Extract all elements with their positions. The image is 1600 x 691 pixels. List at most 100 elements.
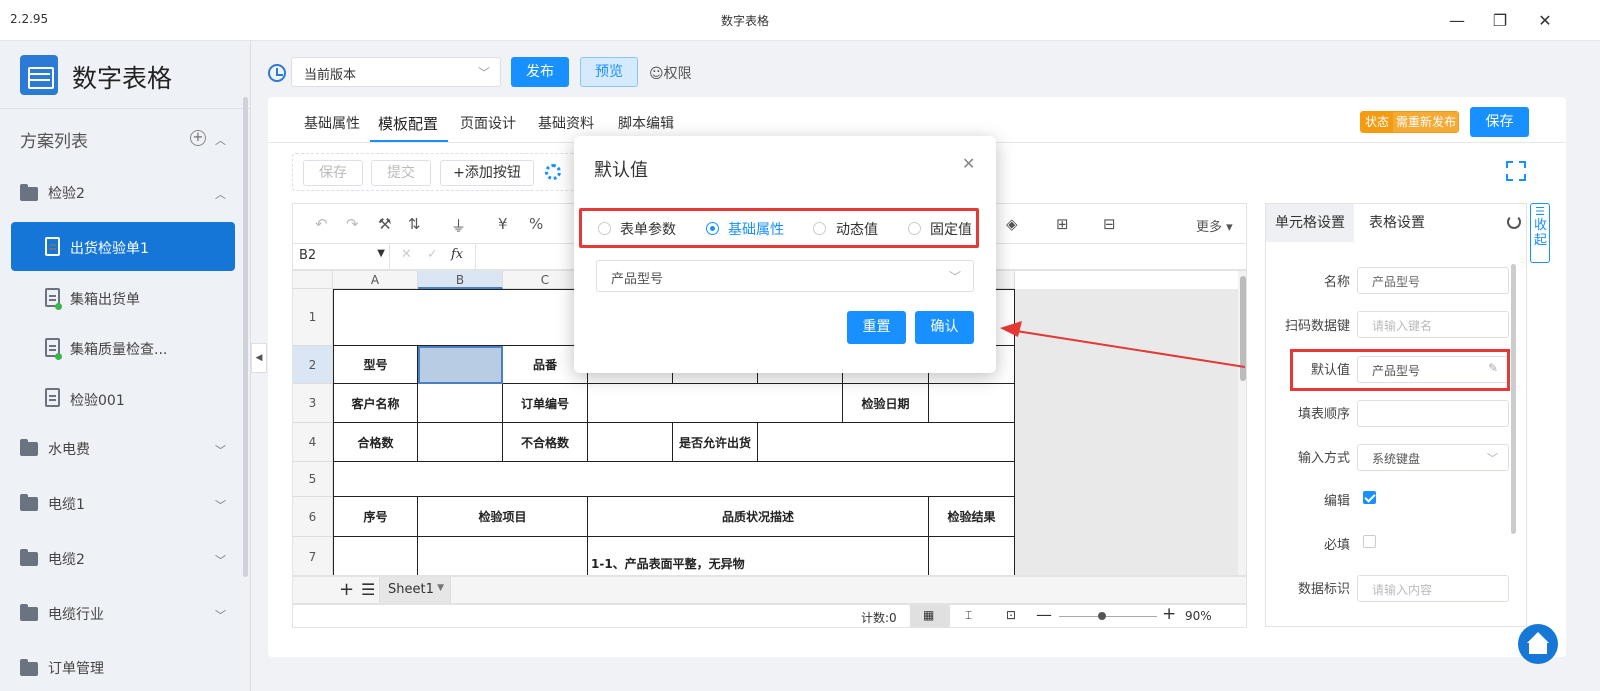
fullscreen-icon[interactable] bbox=[1506, 161, 1526, 181]
add-sheet-icon[interactable]: + bbox=[339, 579, 354, 600]
sidebar-item-label[interactable]: 集箱质量检查... bbox=[70, 339, 167, 359]
tab-page-design[interactable]: 页面设计 bbox=[460, 113, 516, 133]
table-cell[interactable]: 检验结果 bbox=[929, 497, 1015, 537]
input-method-select[interactable]: 系统键盘 ﹀ bbox=[1357, 444, 1509, 471]
required-checkbox[interactable] bbox=[1363, 535, 1376, 548]
save-button[interactable]: 保存 bbox=[1470, 107, 1529, 137]
data-tag-input[interactable]: 请输入内容 bbox=[1357, 575, 1509, 602]
percent-icon[interactable]: % bbox=[529, 215, 543, 233]
table-cell[interactable] bbox=[588, 384, 843, 423]
border-icon[interactable]: ⊞ bbox=[1056, 215, 1069, 233]
format-painter-icon[interactable]: ⚒ bbox=[378, 215, 391, 233]
table-cell[interactable]: 客户名称 bbox=[333, 384, 418, 423]
sheet-list-icon[interactable]: ☰ bbox=[361, 580, 375, 599]
currency-icon[interactable]: ¥ bbox=[498, 215, 508, 233]
sidebar-item-label[interactable]: 检验001 bbox=[70, 390, 125, 410]
tab-basic-data[interactable]: 基础资料 bbox=[538, 113, 594, 133]
filter-icon[interactable]: ⏚ bbox=[451, 215, 466, 236]
sidebar-item-folder[interactable]: 订单管理 bbox=[48, 658, 104, 678]
radio-form-param[interactable] bbox=[598, 222, 611, 235]
table-cell[interactable] bbox=[418, 423, 503, 462]
table-cell[interactable]: 型号 bbox=[333, 346, 418, 384]
sidebar-item-folder[interactable]: 检验2 bbox=[48, 183, 85, 203]
column-header[interactable]: B bbox=[418, 271, 503, 289]
history-icon[interactable] bbox=[268, 64, 286, 82]
table-cell[interactable]: 1-1、产品表面平整，无异物 bbox=[588, 537, 929, 575]
zoom-slider-handle[interactable] bbox=[1098, 612, 1106, 620]
row-header[interactable]: 4 bbox=[293, 423, 333, 462]
row-header[interactable]: 1 bbox=[293, 289, 333, 346]
undo-icon[interactable]: ↶ bbox=[315, 215, 328, 233]
table-cell[interactable] bbox=[333, 537, 418, 575]
chevron-up-icon[interactable]: ︿ bbox=[215, 132, 226, 148]
zoom-slider[interactable] bbox=[1059, 616, 1157, 617]
close-icon[interactable]: ✕ bbox=[962, 154, 975, 173]
table-cell[interactable]: 合格数 bbox=[333, 423, 418, 462]
add-button-button[interactable]: +添加按钮 bbox=[440, 160, 534, 186]
gear-icon[interactable] bbox=[545, 164, 561, 180]
radio-label[interactable]: 固定值 bbox=[930, 219, 972, 239]
radio-basic-attr[interactable] bbox=[706, 222, 719, 235]
more-button[interactable]: 更多 ▾ bbox=[1196, 216, 1233, 235]
scan-key-input[interactable]: 请输入键名 bbox=[1357, 311, 1509, 338]
form-submit-button[interactable]: 提交 bbox=[371, 160, 431, 186]
sidebar-item-label[interactable]: 集箱出货单 bbox=[70, 289, 140, 309]
edit-checkbox[interactable] bbox=[1363, 491, 1376, 504]
table-cell[interactable] bbox=[333, 462, 1015, 497]
add-scheme-icon[interactable]: + bbox=[190, 130, 206, 146]
minimize-icon[interactable]: — bbox=[1442, 6, 1472, 34]
refresh-icon[interactable] bbox=[1507, 215, 1521, 229]
zoom-in-icon[interactable]: + bbox=[1162, 604, 1176, 624]
tab-basic-props[interactable]: 基础属性 bbox=[304, 113, 360, 133]
sheet-tab[interactable]: Sheet1 ▼ bbox=[379, 577, 451, 603]
cancel-formula-icon[interactable]: ✕ bbox=[401, 247, 412, 262]
confirm-button[interactable]: 确认 bbox=[915, 311, 974, 344]
radio-dynamic[interactable] bbox=[813, 222, 826, 235]
close-icon[interactable]: ✕ bbox=[1530, 6, 1560, 34]
chevron-down-icon[interactable]: ﹀ bbox=[215, 607, 226, 623]
row-header[interactable]: 7 bbox=[293, 537, 333, 575]
collapse-panel-button[interactable]: ☰ 收起 bbox=[1530, 203, 1550, 263]
sidebar-item-label[interactable]: 出货检验单1 bbox=[70, 238, 149, 258]
reset-button[interactable]: 重置 bbox=[847, 311, 906, 344]
zoom-out-icon[interactable]: — bbox=[1036, 605, 1052, 624]
chevron-down-icon[interactable]: ﹀ bbox=[215, 497, 226, 513]
publish-button[interactable]: 发布 bbox=[511, 57, 569, 87]
chevron-down-icon[interactable]: ﹀ bbox=[215, 442, 226, 458]
form-save-button[interactable]: 保存 bbox=[303, 160, 363, 186]
tab-cell-settings[interactable]: 单元格设置 bbox=[1266, 204, 1354, 242]
page-layout-icon[interactable]: ⊡ bbox=[1006, 608, 1016, 622]
redo-icon[interactable]: ↷ bbox=[346, 215, 359, 233]
permission-link[interactable]: ☺权限 bbox=[649, 63, 692, 83]
sort-icon[interactable]: ⇅ bbox=[408, 215, 421, 233]
tab-table-settings[interactable]: 表格设置 bbox=[1354, 204, 1440, 242]
table-cell[interactable]: 订单编号 bbox=[503, 384, 588, 423]
table-cell[interactable] bbox=[758, 423, 1015, 462]
tab-script-edit[interactable]: 脚本编辑 bbox=[618, 113, 674, 133]
table-cell[interactable]: 品质状况描述 bbox=[588, 497, 929, 537]
table-cell[interactable] bbox=[929, 384, 1015, 423]
table-cell[interactable] bbox=[418, 537, 588, 575]
sidebar-item-folder[interactable]: 电缆1 bbox=[48, 494, 85, 514]
table-cell[interactable] bbox=[418, 384, 503, 423]
row-header[interactable]: 5 bbox=[293, 462, 333, 497]
table-cell[interactable]: 检验项目 bbox=[418, 497, 588, 537]
normal-view-icon[interactable]: ▦ bbox=[923, 608, 934, 622]
version-select[interactable]: 当前版本 ﹀ bbox=[291, 57, 501, 87]
sidebar-item-folder[interactable]: 电缆行业 bbox=[48, 604, 104, 624]
sidebar-scrollbar[interactable] bbox=[243, 97, 248, 577]
sidebar-item-folder[interactable]: 水电费 bbox=[48, 439, 90, 459]
fill-order-input[interactable] bbox=[1357, 400, 1509, 427]
confirm-formula-icon[interactable]: ✓ bbox=[427, 247, 438, 262]
radio-label[interactable]: 基础属性 bbox=[728, 219, 784, 239]
table-cell[interactable] bbox=[929, 537, 1015, 575]
table-cell[interactable] bbox=[588, 423, 673, 462]
chevron-up-icon[interactable]: ︿ bbox=[215, 186, 226, 202]
fill-color-icon[interactable]: ◈ bbox=[1006, 215, 1018, 233]
row-header[interactable]: 6 bbox=[293, 497, 333, 537]
tab-template-config[interactable]: 模板配置 bbox=[378, 113, 438, 134]
page-break-icon[interactable]: ⌶ bbox=[965, 608, 972, 623]
name-input[interactable]: 产品型号 bbox=[1357, 267, 1509, 294]
sidebar-item-folder[interactable]: 电缆2 bbox=[48, 549, 85, 569]
merge-icon[interactable]: ⊟ bbox=[1103, 215, 1116, 233]
